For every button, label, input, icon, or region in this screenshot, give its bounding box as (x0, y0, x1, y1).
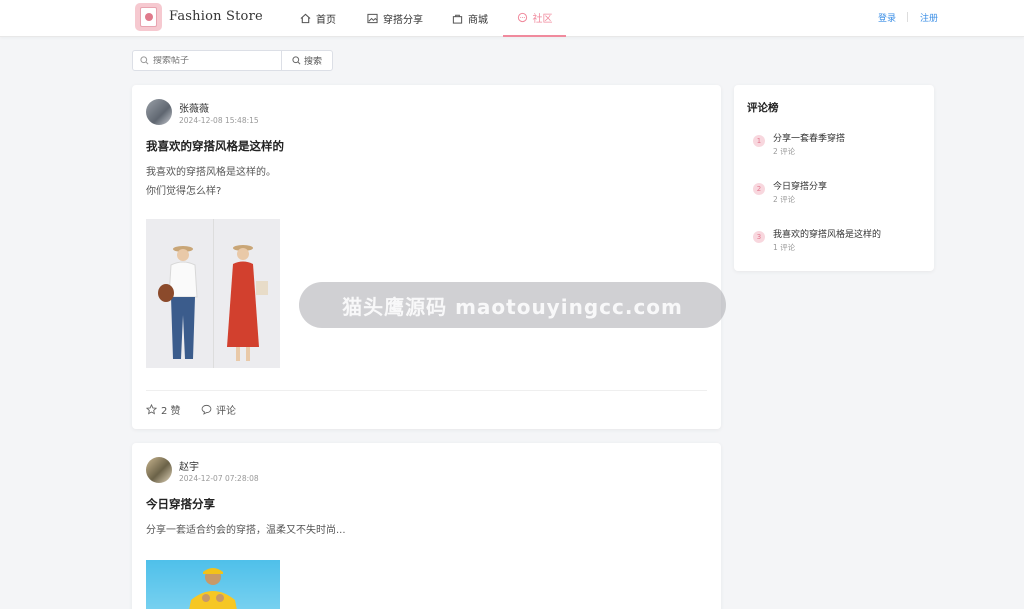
logo[interactable] (135, 3, 162, 31)
post-title[interactable]: 今日穿搭分享 (146, 496, 215, 512)
chat-icon (517, 12, 527, 23)
post-card[interactable]: 张薇薇 2024-12-08 15:48:15 我喜欢的穿搭风格是这样的 我喜欢… (132, 85, 721, 429)
post-date: 2024-12-07 07:28:08 (179, 474, 259, 483)
post-image[interactable] (146, 219, 280, 368)
search-icon (292, 56, 301, 65)
comment-icon (201, 404, 212, 415)
post-author[interactable]: 张薇薇 (179, 100, 209, 115)
search-input[interactable] (153, 55, 273, 66)
search-button-label: 搜索 (303, 57, 322, 67)
star-icon (146, 404, 157, 415)
post-title[interactable]: 我喜欢的穿搭风格是这样的 (146, 138, 284, 154)
ranking-item-title[interactable]: 今日穿搭分享 (773, 179, 827, 192)
outfit-photo (189, 568, 237, 609)
brand-name[interactable]: Fashion Store (169, 9, 263, 24)
search-button[interactable]: 搜索 (281, 50, 333, 71)
comment-ranking-panel: 评论榜 1 分享一套春季穿搭 2 评论 2 今日穿搭分享 2 评论 3 我喜欢的… (734, 85, 934, 271)
rank-number: 2 (753, 183, 765, 195)
nav-mall-label: 商城 (468, 15, 488, 26)
nav-outfit-share[interactable]: 穿搭分享 (367, 0, 423, 37)
outfit-photo (146, 219, 280, 368)
top-header: Fashion Store 首页 穿搭分享 商城 社区 登录 注册 (0, 0, 1024, 37)
header-separator (907, 12, 908, 22)
ranking-item-count: 2 评论 (773, 195, 796, 204)
search-field[interactable] (132, 50, 282, 71)
avatar[interactable] (146, 457, 172, 483)
nav-mall[interactable]: 商城 (452, 0, 488, 37)
post-body: 我喜欢的穿搭风格是这样的。 你们觉得怎么样? (146, 167, 276, 197)
login-link[interactable]: 登录 (878, 11, 896, 24)
post-image[interactable] (146, 560, 280, 609)
ranking-item-title[interactable]: 分享一套春季穿搭 (773, 131, 845, 144)
ranking-item-count: 1 评论 (773, 243, 796, 252)
ranking-title: 评论榜 (747, 102, 779, 114)
like-button[interactable]: 2 赞 (146, 402, 181, 417)
post-card[interactable]: 赵宇 2024-12-07 07:28:08 今日穿搭分享 分享一套适合约会的穿… (132, 443, 721, 609)
post-author[interactable]: 赵宇 (179, 458, 199, 473)
home-icon (300, 13, 311, 24)
post-date: 2024-12-08 15:48:15 (179, 116, 259, 125)
search-icon (140, 56, 149, 65)
post-body: 分享一套适合约会的穿搭，温柔又不失时尚... (146, 525, 346, 536)
rank-number: 3 (753, 231, 765, 243)
nav-home-label: 首页 (316, 15, 336, 26)
nav-outfit-label: 穿搭分享 (383, 15, 423, 26)
comment-label: 评论 (216, 406, 236, 417)
ranking-item-count: 2 评论 (773, 147, 796, 156)
nav-community-label: 社区 (532, 14, 553, 25)
post-divider (146, 390, 707, 391)
image-icon (367, 13, 378, 24)
nav-home[interactable]: 首页 (300, 0, 336, 37)
avatar[interactable] (146, 99, 172, 125)
logo-icon (140, 7, 157, 27)
register-link[interactable]: 注册 (920, 11, 938, 24)
ranking-item-title[interactable]: 我喜欢的穿搭风格是这样的 (773, 227, 881, 240)
comment-button[interactable]: 评论 (201, 402, 236, 417)
bag-icon (452, 14, 463, 24)
nav-community[interactable]: 社区 (503, 0, 566, 37)
rank-number: 1 (753, 135, 765, 147)
watermark-banner: 猫头鹰源码 maotouyingcc.com (299, 282, 726, 328)
like-count: 2 赞 (161, 406, 181, 417)
